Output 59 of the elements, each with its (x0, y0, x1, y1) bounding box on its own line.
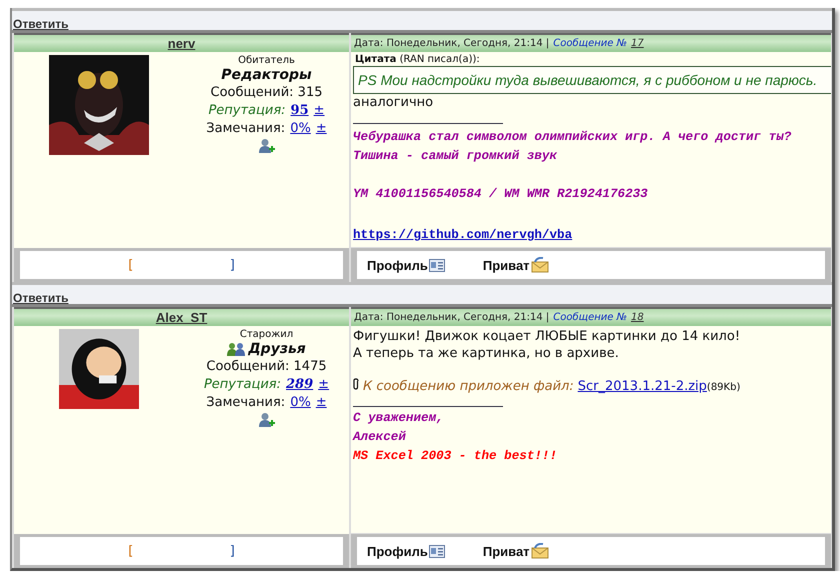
card-icon (428, 544, 445, 558)
message-text: А теперь та же картинка, но в архиве. (353, 345, 620, 362)
quote-text: PS Мои надстройки туда вывешиваются, я с риббоном и не парюсь. (353, 66, 831, 94)
signature-text: MS Excel 2003 - the best!!! (353, 448, 558, 465)
envelope-icon (530, 257, 549, 273)
reply-link[interactable]: Ответить (13, 17, 68, 31)
message-count: Сообщений: 1475 (206, 359, 327, 374)
paperclip-icon (353, 378, 359, 390)
post-date: Дата: Понедельник, Сегодня, 21:14 | (354, 38, 550, 49)
remarks-value[interactable]: 0% (290, 121, 311, 136)
reputation-change-link[interactable]: ± (318, 377, 330, 392)
post-date: Дата: Понедельник, Сегодня, 21:14 | (354, 312, 550, 323)
bracket: ] (230, 544, 235, 558)
users-icon (227, 342, 246, 356)
private-message-button[interactable]: Приват (482, 543, 549, 559)
bracket: ] (230, 258, 235, 272)
profile-button[interactable]: Профиль (367, 258, 445, 272)
user-group: Редакторы (221, 67, 312, 83)
url-link[interactable]: https://github.com/nervgh/vba (353, 228, 572, 242)
reputation-label: Репутация: (204, 377, 282, 392)
reputation-value[interactable]: 95 (290, 103, 309, 118)
signature-text: С уважением, (353, 410, 445, 427)
signature-text: Чебурашка стал символом олимпийских игр. А чего достиг ты? (353, 129, 792, 146)
user-rank: Старожил (240, 329, 294, 340)
message-count: Сообщений: 315 (210, 85, 322, 100)
quote-title: Цитата (RAN писал(а)): (354, 54, 481, 65)
signature-text: YM 41001156540584 / WM WMR R21924176233 (353, 186, 649, 203)
user-rank: Обитатель (238, 55, 295, 66)
reputation-value[interactable]: 289 (286, 377, 314, 392)
add-user-icon[interactable] (258, 412, 276, 428)
message-link[interactable]: Сообщение № (553, 312, 627, 323)
message-text: Фигушки! Движок коцает ЛЮБЫЕ картинки до 14 кило! (353, 328, 742, 345)
card-icon (428, 258, 445, 272)
remarks-change-link[interactable]: ± (316, 395, 327, 410)
reputation-change-link[interactable]: ± (314, 103, 325, 118)
message-number-link[interactable]: 17 (631, 38, 644, 49)
message-text: аналогично (353, 94, 434, 111)
signature-text: Тишина - самый громкий звук (353, 148, 558, 165)
reputation-label: Репутация: (208, 103, 286, 118)
private-message-button[interactable]: Приват (482, 257, 549, 273)
message-link[interactable]: Сообщение № (553, 38, 627, 49)
remarks-change-link[interactable]: ± (316, 121, 327, 136)
reply-link[interactable]: Ответить (13, 291, 68, 305)
signature-text: Алексей (353, 429, 407, 446)
bracket: [ (128, 258, 134, 272)
remarks-value[interactable]: 0% (290, 395, 311, 410)
message-number-link[interactable]: 18 (631, 312, 644, 323)
file-link[interactable]: Scr_2013.1.21-2.zip (578, 379, 707, 394)
bracket: [ (128, 544, 134, 558)
attachment-label: К сообщению приложен файл: (363, 379, 574, 394)
profile-button[interactable]: Профиль (367, 544, 445, 558)
remarks-label: Замечания: (206, 121, 286, 136)
user-group: Друзья (248, 341, 306, 357)
add-user-icon[interactable] (258, 138, 276, 154)
author-name[interactable]: Alex_ST (156, 310, 208, 325)
remarks-label: Замечания: (206, 395, 286, 410)
envelope-icon (530, 543, 549, 559)
file-size: (89Kb) (706, 382, 740, 393)
author-name[interactable]: nerv (168, 36, 196, 51)
